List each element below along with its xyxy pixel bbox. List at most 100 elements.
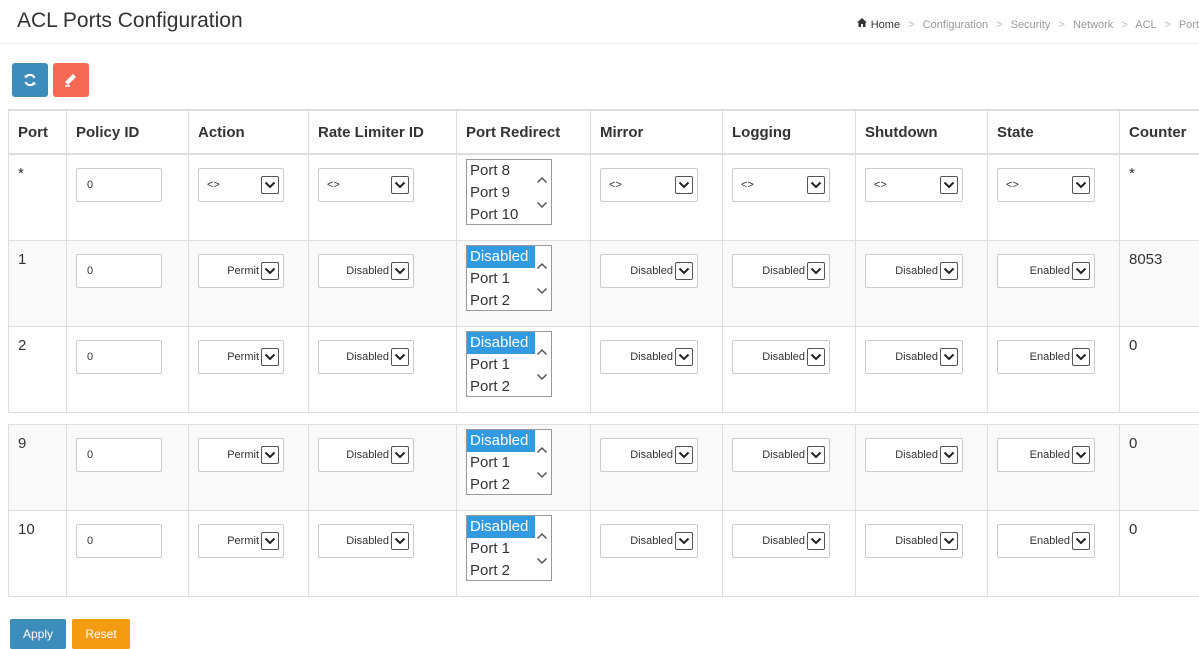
rate-limiter-select[interactable]: Disabled [318,438,414,472]
port-cell: 2 [9,326,67,412]
action-select[interactable]: Permit [198,524,284,558]
shutdown-cell: Disabled [856,326,988,412]
state-select-value: <> [1006,179,1072,191]
listbox-scrollbar[interactable] [533,246,551,310]
chevron-up-icon[interactable] [536,343,548,360]
policy-id-input[interactable]: 0 [76,254,162,288]
logging-select[interactable]: Disabled [732,438,830,472]
rate-limiter-select[interactable]: Disabled [318,524,414,558]
port-redirect-listbox[interactable]: DisabledPort 1Port 2 [466,429,552,495]
action-select-value: Permit [207,351,261,363]
counter-cell: 0 [1120,424,1199,510]
chevron-down-icon [675,348,693,366]
logging-select[interactable]: Disabled [732,524,830,558]
state-select[interactable]: Enabled [997,438,1095,472]
logging-cell: Disabled [723,510,856,596]
shutdown-select[interactable]: Disabled [865,340,963,374]
chevron-down-icon[interactable] [536,466,548,483]
logging-cell: <> [723,154,856,240]
listbox-scrollbar[interactable] [533,332,551,396]
header-port: Port [9,110,67,154]
logging-select[interactable]: Disabled [732,340,830,374]
state-select[interactable]: Enabled [997,254,1095,288]
chevron-down-icon[interactable] [536,368,548,385]
listbox-scrollbar[interactable] [533,160,551,224]
mirror-cell: Disabled [591,424,723,510]
chevron-up-icon[interactable] [536,527,548,544]
chevron-down-icon [807,262,825,280]
breadcrumb-configuration[interactable]: Configuration [923,19,988,31]
chevron-down-icon [1072,262,1090,280]
shutdown-cell: Disabled [856,510,988,596]
rate-limiter-select[interactable]: <> [318,168,414,202]
port-redirect-listbox[interactable]: DisabledPort 1Port 2 [466,331,552,397]
state-select[interactable]: Enabled [997,340,1095,374]
header-port-redirect: Port Redirect [457,110,591,154]
chevron-down-icon[interactable] [536,196,548,213]
home-icon[interactable] [856,17,868,31]
clear-button[interactable] [53,63,89,97]
shutdown-select[interactable]: Disabled [865,524,963,558]
chevron-up-icon[interactable] [536,171,548,188]
port-redirect-listbox[interactable]: DisabledPort 1Port 2 [466,245,552,311]
policy-id-input[interactable]: 0 [76,524,162,558]
action-cell: <> [189,154,309,240]
mirror-select[interactable]: Disabled [600,438,698,472]
listbox-scrollbar[interactable] [533,516,551,580]
logging-select[interactable]: <> [732,168,830,202]
state-cell: Enabled [988,326,1120,412]
breadcrumb-security[interactable]: Security [1011,19,1051,31]
refresh-button[interactable] [12,63,48,97]
header-logging: Logging [723,110,856,154]
rate-limiter-select[interactable]: Disabled [318,254,414,288]
mirror-select[interactable]: Disabled [600,524,698,558]
chevron-down-icon [675,176,693,194]
mirror-select[interactable]: Disabled [600,340,698,374]
eraser-icon [64,73,78,87]
shutdown-cell: Disabled [856,240,988,326]
state-select[interactable]: <> [997,168,1095,202]
mirror-select[interactable]: <> [600,168,698,202]
breadcrumb-home[interactable]: Home [871,19,900,31]
shutdown-select-value: <> [874,179,940,191]
chevron-down-icon[interactable] [536,552,548,569]
rate-limiter-cell: Disabled [309,326,457,412]
logging-select[interactable]: Disabled [732,254,830,288]
chevron-down-icon [1072,446,1090,464]
port-redirect-cell: DisabledPort 1Port 2 [457,326,591,412]
logging-cell: Disabled [723,240,856,326]
policy-id-input[interactable]: 0 [76,168,162,202]
chevron-up-icon[interactable] [536,441,548,458]
shutdown-select[interactable]: Disabled [865,438,963,472]
action-select[interactable]: <> [198,168,284,202]
port-redirect-option[interactable]: Disabled [467,332,535,354]
port-redirect-option[interactable]: Disabled [467,430,535,452]
rate-limiter-select[interactable]: Disabled [318,340,414,374]
policy-id-input[interactable]: 0 [76,340,162,374]
shutdown-select[interactable]: Disabled [865,254,963,288]
chevron-down-icon [391,446,409,464]
port-redirect-cell: DisabledPort 1Port 2 [457,240,591,326]
header-state: State [988,110,1120,154]
chevron-up-icon[interactable] [536,257,548,274]
port-redirect-option[interactable]: Disabled [467,246,535,268]
shutdown-select[interactable]: <> [865,168,963,202]
policy-id-input[interactable]: 0 [76,438,162,472]
listbox-scrollbar[interactable] [533,430,551,494]
breadcrumb-network[interactable]: Network [1073,19,1113,31]
chevron-down-icon[interactable] [536,282,548,299]
action-select[interactable]: Permit [198,438,284,472]
action-cell: Permit [189,326,309,412]
state-select[interactable]: Enabled [997,524,1095,558]
mirror-select[interactable]: Disabled [600,254,698,288]
port-redirect-listbox[interactable]: Port 8Port 9Port 10 [466,159,552,225]
action-select[interactable]: Permit [198,254,284,288]
port-redirect-cell: Port 8Port 9Port 10 [457,154,591,240]
action-select[interactable]: Permit [198,340,284,374]
port-redirect-option[interactable]: Disabled [467,516,535,538]
port-redirect-listbox[interactable]: DisabledPort 1Port 2 [466,515,552,581]
action-cell: Permit [189,424,309,510]
action-cell: Permit [189,240,309,326]
breadcrumb-acl[interactable]: ACL [1135,19,1156,31]
chevron-down-icon [261,532,279,550]
